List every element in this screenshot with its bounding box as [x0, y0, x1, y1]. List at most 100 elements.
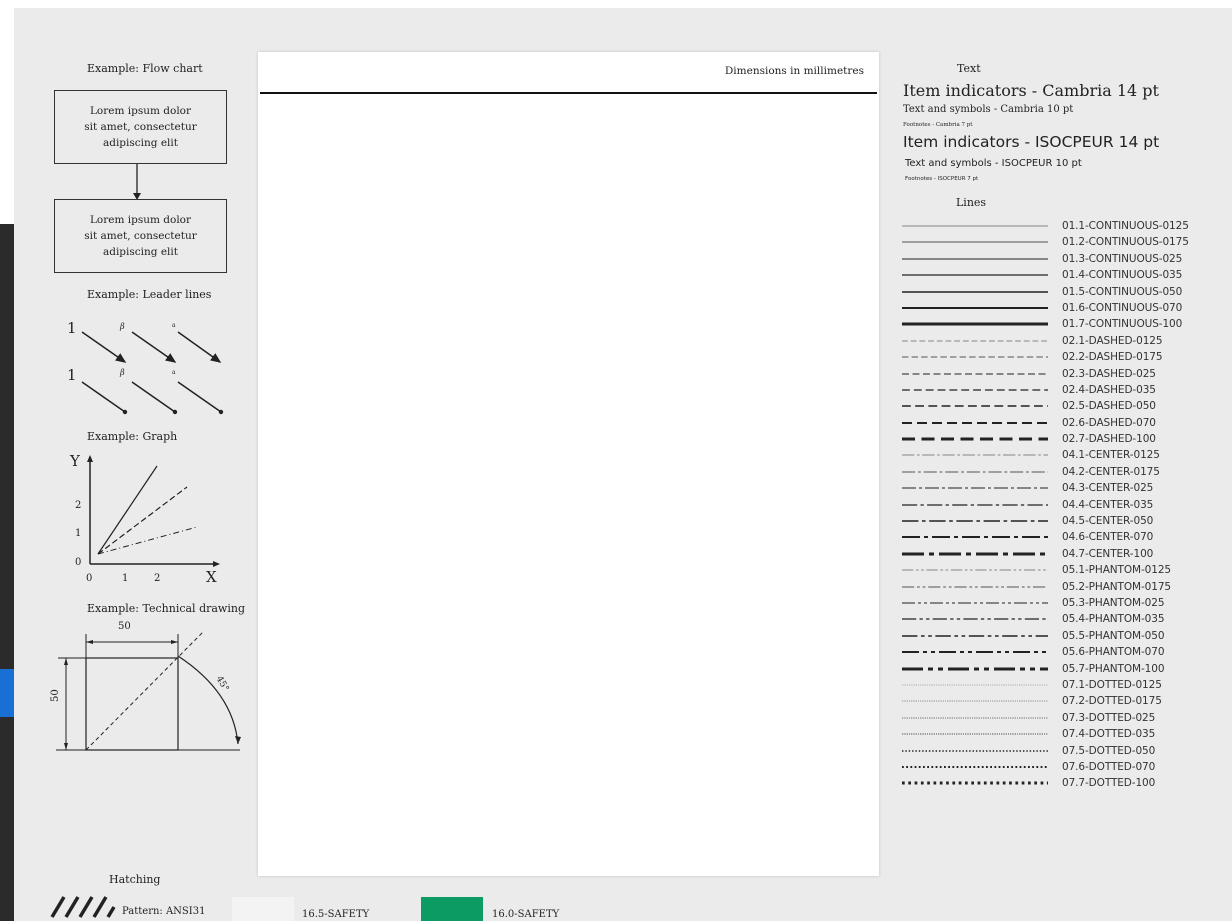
graph-x-tick: 1 — [122, 573, 129, 584]
linetype-label: 02.5-DASHED-050 — [1062, 400, 1156, 413]
linetype-sample — [902, 258, 1048, 260]
leader-label: a — [172, 369, 176, 376]
hatch-pattern-label: Pattern: ANSI31 — [122, 906, 206, 917]
drawing-width-dim: 50 — [118, 621, 131, 632]
linetype-label: 07.5-DOTTED-050 — [1062, 744, 1156, 757]
linetype-label: 07.6-DOTTED-070 — [1062, 760, 1156, 773]
linetype-row[interactable]: 07.1-DOTTED-0125 — [900, 677, 1230, 693]
safety-160-label: 16.0-SAFETY — [492, 909, 560, 920]
linetype-row[interactable]: 02.5-DASHED-050 — [900, 398, 1230, 414]
linetype-row[interactable]: 01.3-CONTINUOUS-025 — [900, 251, 1230, 267]
linetype-sample — [902, 717, 1048, 719]
linetype-row[interactable]: 05.4-PHANTOM-035 — [900, 611, 1230, 627]
hatch-pattern-icon — [50, 896, 116, 918]
linetype-row[interactable]: 02.7-DASHED-100 — [900, 431, 1230, 447]
flowchart-title: Example: Flow chart — [87, 62, 203, 75]
flowchart-box-1[interactable]: Lorem ipsum dolor sit amet, consectetur … — [54, 90, 227, 164]
linetype-label: 01.3-CONTINUOUS-025 — [1062, 252, 1183, 265]
leader-label: β — [120, 368, 125, 377]
linetype-label: 04.3-CENTER-025 — [1062, 482, 1154, 495]
linetype-row[interactable]: 01.5-CONTINUOUS-050 — [900, 284, 1230, 300]
linetype-sample — [902, 733, 1048, 735]
linetype-row[interactable]: 02.3-DASHED-025 — [900, 366, 1230, 382]
technical-drawing-title: Example: Technical drawing — [87, 602, 245, 615]
linetype-row[interactable]: 04.5-CENTER-050 — [900, 513, 1230, 529]
flowchart-box-2[interactable]: Lorem ipsum dolor sit amet, consectetur … — [54, 199, 227, 273]
graph-y-tick: 1 — [75, 528, 82, 539]
linetype-label: 02.2-DASHED-0175 — [1062, 351, 1163, 364]
linetype-sample — [902, 322, 1048, 326]
linetype-row[interactable]: 07.3-DOTTED-025 — [900, 710, 1230, 726]
linetype-row[interactable]: 07.5-DOTTED-050 — [900, 743, 1230, 759]
linetype-label: 02.6-DASHED-070 — [1062, 416, 1156, 429]
flowchart-box-2-line: adipiscing elit — [102, 246, 178, 258]
safety-165-swatch[interactable] — [232, 897, 294, 921]
linetype-row[interactable]: 04.4-CENTER-035 — [900, 497, 1230, 513]
linetype-label: 04.2-CENTER-0175 — [1062, 465, 1160, 478]
linetype-row[interactable]: 05.7-PHANTOM-100 — [900, 661, 1230, 677]
flowchart-box-2-line: sit amet, consectetur — [84, 230, 197, 242]
linetype-sample — [902, 781, 1048, 785]
iso-footnote-sample: Footnotes - ISOCPEUR 7 pt — [905, 176, 979, 182]
linetype-label: 04.5-CENTER-050 — [1062, 515, 1154, 528]
linetype-sample — [902, 684, 1048, 686]
linetype-row[interactable]: 05.6-PHANTOM-070 — [900, 644, 1230, 660]
linetype-row[interactable]: 01.2-CONTINUOUS-0175 — [900, 234, 1230, 250]
linetype-row[interactable]: 02.2-DASHED-0175 — [900, 349, 1230, 365]
linetype-label: 05.6-PHANTOM-070 — [1062, 646, 1165, 659]
drawing-sheet[interactable]: Dimensions in millimetres — [258, 52, 879, 876]
linetype-row[interactable]: 07.7-DOTTED-100 — [900, 775, 1230, 791]
technical-drawing-figure — [56, 632, 241, 751]
linetype-sample — [902, 503, 1048, 506]
linetype-row[interactable]: 04.1-CENTER-0125 — [900, 447, 1230, 463]
leader-label: β — [120, 322, 125, 331]
linetype-row[interactable]: 05.1-PHANTOM-0125 — [900, 562, 1230, 578]
graph-x-label: X — [206, 568, 217, 586]
linetype-row[interactable]: 05.3-PHANTOM-025 — [900, 595, 1230, 611]
linetype-row[interactable]: 05.5-PHANTOM-050 — [900, 628, 1230, 644]
linetype-row[interactable]: 04.6-CENTER-070 — [900, 529, 1230, 545]
flowchart-box-1-line: sit amet, consectetur — [84, 121, 197, 133]
text-section-title: Text — [957, 62, 981, 75]
linetype-row[interactable]: 02.1-DASHED-0125 — [900, 333, 1230, 349]
drawing-height-dim: 50 — [50, 689, 61, 702]
linetype-row[interactable]: 01.4-CONTINUOUS-035 — [900, 267, 1230, 283]
leader-lines-title: Example: Leader lines — [87, 288, 212, 301]
linetype-row[interactable]: 01.1-CONTINUOUS-0125 — [900, 218, 1230, 234]
linetype-row[interactable]: 07.6-DOTTED-070 — [900, 759, 1230, 775]
linetype-sample — [902, 274, 1048, 276]
linetype-sample — [902, 340, 1048, 342]
linetype-sample — [902, 290, 1048, 293]
linetype-label: 05.3-PHANTOM-025 — [1062, 596, 1165, 609]
linetype-label: 05.7-PHANTOM-100 — [1062, 662, 1165, 675]
linetype-label: 05.4-PHANTOM-035 — [1062, 613, 1165, 626]
linetype-row[interactable]: 04.3-CENTER-025 — [900, 480, 1230, 496]
linetype-label: 01.1-CONTINUOUS-0125 — [1062, 220, 1189, 232]
linetype-row[interactable]: 05.2-PHANTOM-0175 — [900, 579, 1230, 595]
linetype-label: 01.6-CONTINUOUS-070 — [1062, 301, 1183, 314]
leader-label: 1 — [67, 366, 77, 384]
linetype-row[interactable]: 04.2-CENTER-0175 — [900, 464, 1230, 480]
linetype-sample — [902, 421, 1048, 424]
linetype-row[interactable]: 01.6-CONTINUOUS-070 — [900, 300, 1230, 316]
left-edge-accent[interactable] — [0, 669, 14, 717]
linetype-label: 01.4-CONTINUOUS-035 — [1062, 269, 1183, 282]
graph-y-tick: 0 — [75, 557, 82, 568]
dimensions-note: Dimensions in millimetres — [724, 65, 864, 77]
linetype-row[interactable]: 04.7-CENTER-100 — [900, 546, 1230, 562]
linetype-row[interactable]: 02.4-DASHED-035 — [900, 382, 1230, 398]
linetype-row[interactable]: 07.2-DOTTED-0175 — [900, 693, 1230, 709]
safety-165-label: 16.5-SAFETY — [302, 909, 370, 920]
linetype-sample — [902, 536, 1048, 539]
linetype-row[interactable]: 02.6-DASHED-070 — [900, 415, 1230, 431]
linetype-label: 01.2-CONTINUOUS-0175 — [1062, 236, 1189, 249]
linetype-sample — [902, 225, 1048, 227]
linetype-label: 05.1-PHANTOM-0125 — [1062, 564, 1171, 577]
linetype-row[interactable]: 07.4-DOTTED-035 — [900, 726, 1230, 742]
linetype-sample — [902, 356, 1048, 358]
safety-160-swatch[interactable] — [421, 897, 483, 921]
linetype-row[interactable]: 01.7-CONTINUOUS-100 — [900, 316, 1230, 332]
lines-section-title: Lines — [956, 196, 987, 209]
linetype-sample — [902, 455, 1048, 456]
linetype-sample — [902, 569, 1048, 571]
